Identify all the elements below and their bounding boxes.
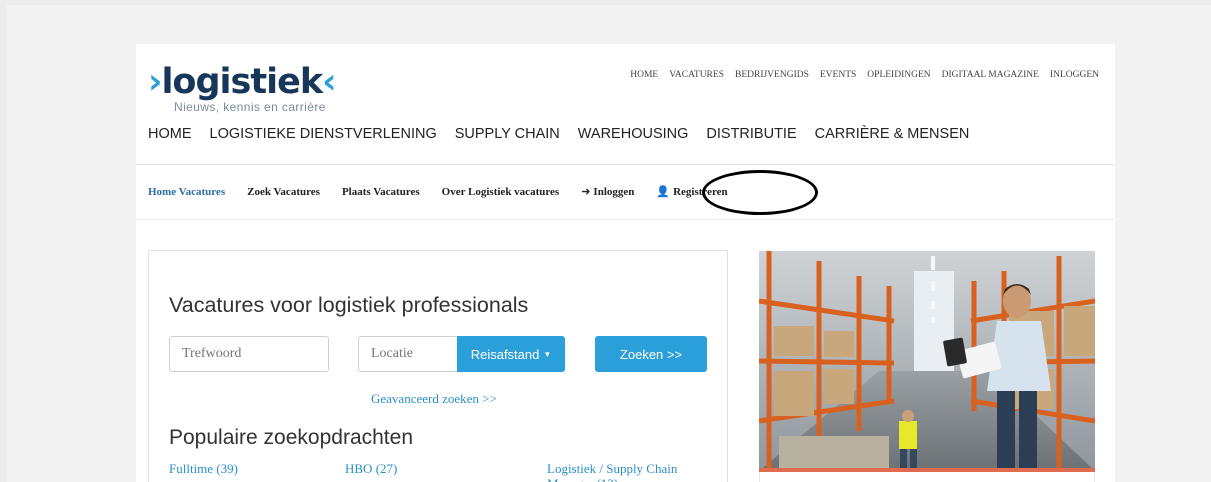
- subnav-divider: [136, 219, 1115, 220]
- advanced-search-link[interactable]: Geavanceerd zoeken >>: [371, 391, 497, 407]
- topnav-inloggen[interactable]: INLOGGEN: [1050, 70, 1099, 80]
- logo-word: logistiek: [161, 62, 323, 102]
- topnav-opleidingen[interactable]: OPLEIDINGEN: [867, 70, 930, 80]
- topnav-home[interactable]: HOME: [630, 70, 658, 80]
- logo-tagline: Nieuws, kennis en carrière: [174, 100, 326, 114]
- popular-search-link[interactable]: HBO (27): [345, 461, 397, 476]
- logo-wordmark: ›logistiek‹: [148, 62, 337, 102]
- mainnav-carriere-mensen[interactable]: CARRIÈRE & MENSEN: [815, 126, 970, 142]
- highlight-circle-annotation: [702, 170, 818, 215]
- mainnav-supply-chain[interactable]: SUPPLY CHAIN: [455, 126, 560, 142]
- mainnav-distributie[interactable]: DISTRIBUTIE: [706, 126, 796, 142]
- subnav-inloggen[interactable]: ➜ Inloggen: [581, 185, 634, 198]
- topnav-vacatures[interactable]: VACATURES: [669, 70, 724, 80]
- location-input[interactable]: [358, 336, 458, 372]
- popular-search-link[interactable]: Logistiek / Supply Chain Manager (13): [547, 461, 707, 482]
- topnav-digitaal-magazine[interactable]: DIGITAAL MAGAZINE: [942, 70, 1039, 80]
- keyword-input[interactable]: [169, 336, 329, 372]
- warehouse-illustration: [759, 251, 1095, 471]
- logo-left-chevron-icon: ›: [148, 62, 162, 102]
- user-plus-icon: 👤: [656, 186, 671, 198]
- search-title: Vacatures voor logistiek professionals: [169, 293, 529, 317]
- distance-dropdown-button[interactable]: Reisafstand ▼: [457, 336, 565, 372]
- warehouse-photo: [759, 251, 1095, 471]
- photo-caption-box: [759, 472, 1095, 482]
- popular-search-link[interactable]: Fulltime (39): [169, 461, 238, 476]
- subnav-home-vacatures[interactable]: Home Vacatures: [148, 186, 225, 198]
- caret-down-icon: ▼: [543, 349, 552, 359]
- sign-in-icon: ➜: [581, 186, 591, 198]
- mainnav-logistieke-dienstverlening[interactable]: LOGISTIEKE DIENSTVERLENING: [210, 126, 437, 142]
- vacatures-subnav: Home Vacatures Zoek Vacatures Plaats Vac…: [148, 185, 728, 199]
- logo-right-chevron-icon: ‹: [322, 62, 336, 102]
- subnav-inloggen-label: Inloggen: [593, 186, 635, 198]
- popular-searches-title: Populaire zoekopdrachten: [169, 426, 414, 449]
- search-panel: Vacatures voor logistiek professionals R…: [148, 250, 728, 482]
- main-nav: HOME LOGISTIEKE DIENSTVERLENING SUPPLY C…: [148, 126, 969, 142]
- site-logo[interactable]: ›logistiek‹ Nieuws, kennis en carrière: [148, 62, 348, 114]
- subnav-plaats-vacatures[interactable]: Plaats Vacatures: [342, 186, 420, 198]
- search-button[interactable]: Zoeken >>: [595, 336, 707, 372]
- mainnav-home[interactable]: HOME: [148, 126, 192, 142]
- top-utility-nav: HOME VACATURES BEDRIJVENGIDS EVENTS OPLE…: [630, 70, 1099, 80]
- distance-label: Reisafstand: [470, 346, 540, 362]
- site-container: ›logistiek‹ Nieuws, kennis en carrière H…: [136, 44, 1115, 482]
- page-background: ›logistiek‹ Nieuws, kennis en carrière H…: [7, 5, 1211, 482]
- topnav-bedrijvengids[interactable]: BEDRIJVENGIDS: [735, 70, 809, 80]
- nav-divider: [136, 164, 1115, 165]
- mainnav-warehousing[interactable]: WAREHOUSING: [578, 126, 689, 142]
- topnav-events[interactable]: EVENTS: [820, 70, 856, 80]
- subnav-over-logistiek-vacatures[interactable]: Over Logistiek vacatures: [442, 186, 560, 198]
- subnav-zoek-vacatures[interactable]: Zoek Vacatures: [247, 186, 320, 198]
